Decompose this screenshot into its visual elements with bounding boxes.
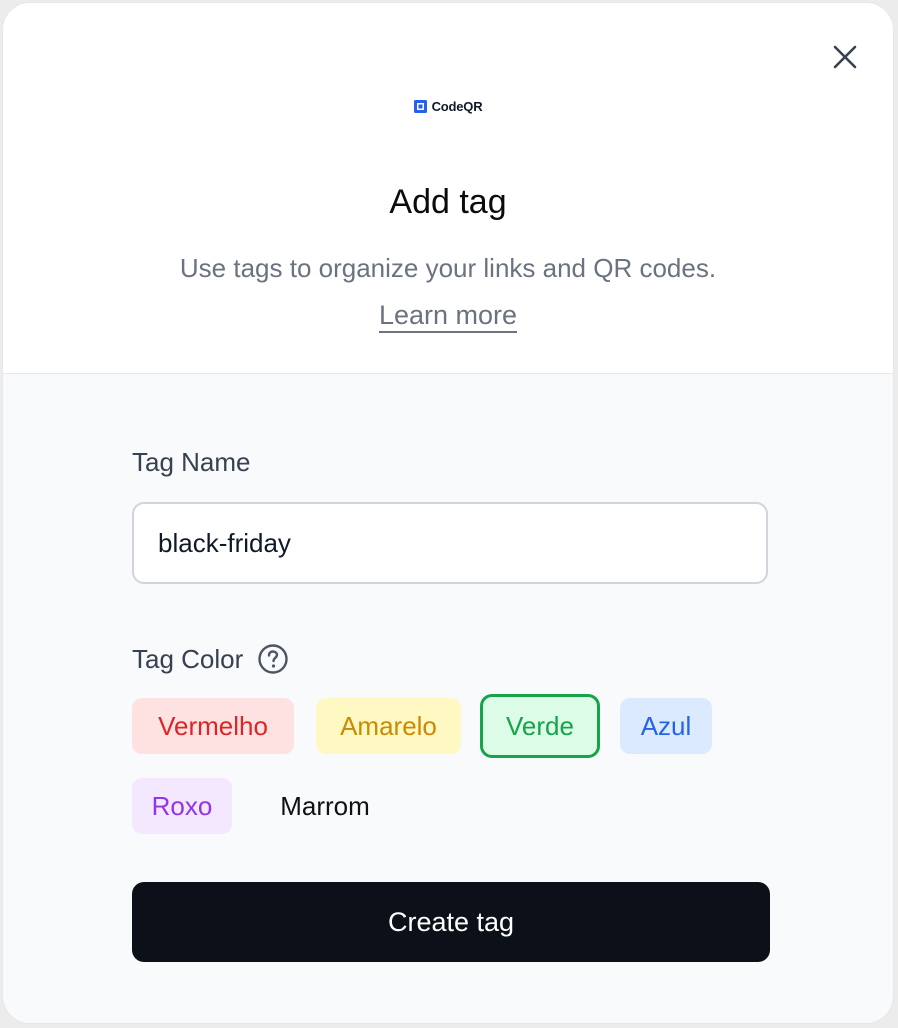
modal-header: CodeQR Add tag Use tags to organize your… xyxy=(3,3,893,374)
question-circle-icon[interactable] xyxy=(257,643,289,675)
add-tag-modal: CodeQR Add tag Use tags to organize your… xyxy=(2,2,894,1024)
modal-title: Add tag xyxy=(389,183,507,221)
color-option-vermelho[interactable]: Vermelho xyxy=(132,698,294,754)
modal-subtitle: Use tags to organize your links and QR c… xyxy=(179,253,717,283)
color-option-amarelo[interactable]: Amarelo xyxy=(316,698,461,754)
color-option-verde[interactable]: Verde xyxy=(480,694,600,758)
color-option-azul[interactable]: Azul xyxy=(620,698,712,754)
color-option-marrom[interactable]: Marrom xyxy=(250,778,400,834)
tag-color-label: Tag Color xyxy=(132,643,244,674)
learn-more-wrapper: Learn more xyxy=(3,300,893,333)
create-tag-button[interactable]: Create tag xyxy=(132,882,770,962)
brand-logo: CodeQR xyxy=(3,99,893,114)
learn-more-link[interactable]: Learn more xyxy=(378,300,518,333)
close-icon xyxy=(833,45,857,69)
qr-logo-icon xyxy=(413,100,427,113)
brand-name: CodeQR xyxy=(431,99,483,114)
color-option-roxo[interactable]: Roxo xyxy=(132,778,232,834)
close-button[interactable] xyxy=(825,37,865,77)
tag-name-label: Tag Name xyxy=(132,447,251,477)
tag-color-label-row: Tag Color xyxy=(132,643,289,675)
tag-name-input[interactable] xyxy=(132,502,768,584)
